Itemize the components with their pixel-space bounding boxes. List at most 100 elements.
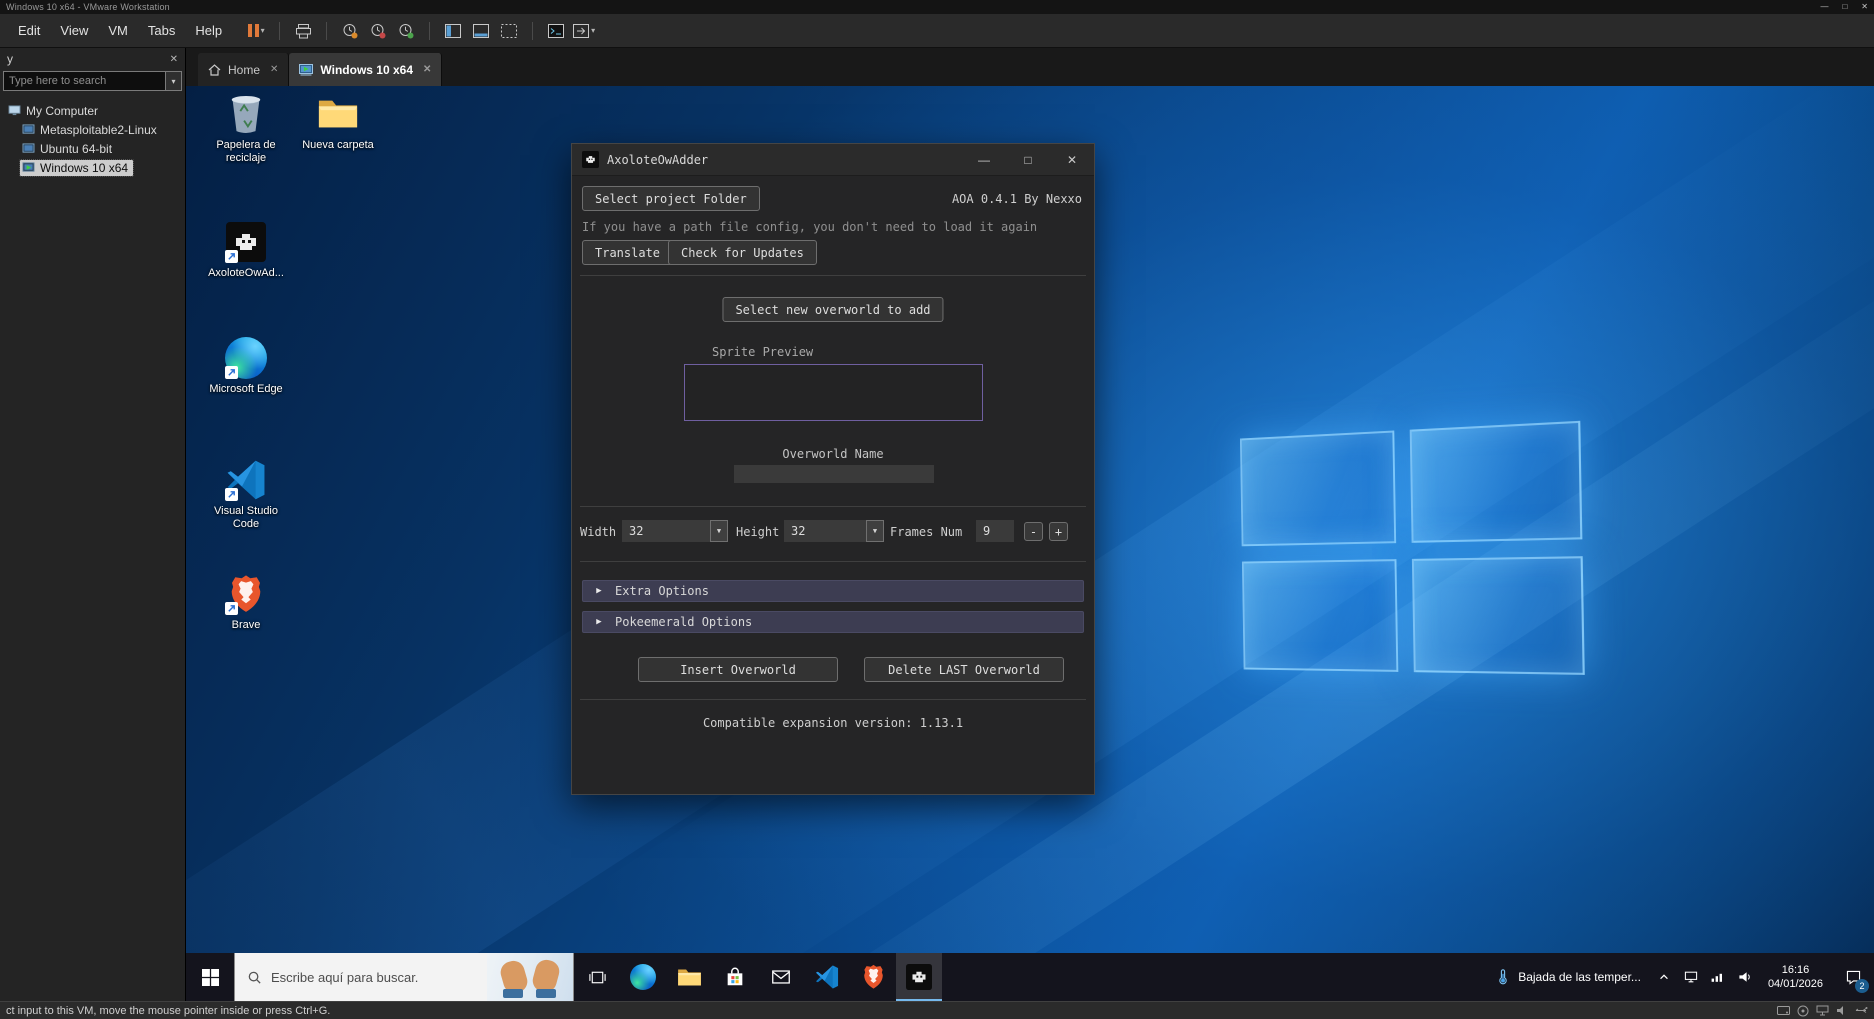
tree-item-metasploitable[interactable]: Metasploitable2-Linux [0,120,185,139]
tab-windows-10-x64[interactable]: Windows 10 x64 ✕ [289,53,442,86]
library-close-button[interactable]: ✕ [170,54,178,65]
app-version-label: AOA 0.4.1 By Nexxo [952,192,1082,206]
check-for-updates-button[interactable]: Check for Updates [668,240,817,265]
cdrom-status-icon[interactable] [1797,1005,1809,1017]
height-select[interactable]: 32 [784,520,866,542]
insert-overworld-button[interactable]: Insert Overworld [638,657,838,682]
width-dropdown-button[interactable]: ▼ [710,520,728,542]
tab-close-button[interactable]: ✕ [270,64,278,75]
revert-snapshot-button[interactable] [366,19,390,43]
taskbar-vscode-button[interactable] [804,953,850,1001]
shortcut-arrow-icon [225,366,238,379]
extra-options-expander[interactable]: ▶ Extra Options [582,580,1084,602]
taskbar-edge-button[interactable] [620,953,666,1001]
desktop-icon-new-folder[interactable]: Nueva carpeta [292,92,384,152]
taskbar-search-input[interactable] [262,970,487,985]
toggle-thumbnail-bar-button[interactable] [469,19,493,43]
delete-last-overworld-button[interactable]: Delete LAST Overworld [864,657,1064,682]
tab-close-button[interactable]: ✕ [423,64,431,75]
width-select[interactable]: 32 [622,520,710,542]
compatible-version-label: Compatible expansion version: 1.13.1 [572,716,1094,730]
tree-item-windows-10-x64[interactable]: Windows 10 x64 [0,158,185,177]
tree-item-my-computer[interactable]: My Computer [0,101,185,120]
start-button[interactable] [186,953,234,1001]
translate-button[interactable]: Translate [582,240,673,265]
select-project-folder-button[interactable]: Select project Folder [582,186,760,211]
search-box-daily-image[interactable] [487,953,573,1001]
vm-power-pause-button[interactable]: ▾ [244,19,268,43]
action-center-button[interactable]: 2 [1832,953,1874,1001]
app-title: AxoloteOwAdder [607,153,708,167]
app-maximize-button[interactable]: □ [1006,144,1050,175]
tab-label: Windows 10 x64 [320,63,413,77]
menu-view[interactable]: View [50,18,98,43]
hdd-status-icon[interactable] [1777,1005,1790,1016]
sound-status-icon[interactable] [1836,1005,1848,1016]
tree-item-ubuntu[interactable]: Ubuntu 64-bit [0,139,185,158]
task-view-button[interactable] [574,953,620,1001]
path-config-hint: If you have a path file config, you don'… [582,220,1037,234]
toggle-library-panel-button[interactable] [441,19,465,43]
vscode-icon [815,965,839,989]
manage-snapshots-button[interactable] [394,19,418,43]
desktop-icon-label: Papelera de reciclaje [200,139,292,165]
tray-volume-button[interactable] [1732,953,1759,1001]
network-status-icon[interactable] [1816,1005,1829,1016]
take-snapshot-button[interactable] [338,19,362,43]
window-maximize-button[interactable]: □ [1842,0,1847,14]
menu-help[interactable]: Help [185,18,232,43]
taskbar-explorer-button[interactable] [666,953,712,1001]
computer-icon [8,105,21,116]
taskbar-search-box[interactable] [234,953,574,1001]
window-minimize-button[interactable]: — [1820,0,1828,14]
vm-icon [22,143,35,154]
app-close-button[interactable]: ✕ [1050,144,1094,175]
app-titlebar[interactable]: AxoloteOwAdder — □ ✕ [572,144,1094,176]
expander-arrow-icon: ▶ [583,617,615,627]
frames-increment-button[interactable]: + [1049,522,1068,541]
taskbar-axolote-button[interactable] [896,953,942,1001]
desktop-icon-edge[interactable]: Microsoft Edge [200,336,292,396]
tray-display-button[interactable] [1678,953,1705,1001]
height-dropdown-button[interactable]: ▼ [866,520,884,542]
toolbar-divider [429,22,430,40]
tray-network-button[interactable] [1705,953,1732,1001]
overworld-name-input[interactable] [734,465,934,483]
desktop-icon-vscode[interactable]: Visual Studio Code [200,458,292,531]
weather-widget[interactable]: Bajada de las temper... [1485,969,1651,985]
folder-icon [316,92,360,136]
usb-status-icon[interactable] [1855,1005,1868,1016]
file-explorer-icon [677,967,702,988]
desktop-icon-axolote[interactable]: AxoloteOwAd... [200,220,292,280]
taskbar-clock[interactable]: 16:16 04/01/2026 [1759,963,1832,991]
menu-vm[interactable]: VM [98,18,138,43]
fullscreen-icon [573,24,589,38]
frames-decrement-button[interactable]: - [1024,522,1043,541]
select-new-overworld-button[interactable]: Select new overworld to add [722,297,943,322]
desktop-icon-recycle-bin[interactable]: Papelera de reciclaje [200,92,292,165]
notification-badge: 2 [1855,979,1869,993]
vmware-titlebar[interactable]: Windows 10 x64 - VMware Workstation — □ … [0,0,1874,14]
taskbar-mail-button[interactable] [758,953,804,1001]
show-hidden-icons-button[interactable] [1651,953,1678,1001]
network-icon [1710,969,1726,985]
menu-edit[interactable]: Edit [8,18,50,43]
fullscreen-button[interactable]: ▾ [572,19,596,43]
print-screen-button[interactable] [291,19,315,43]
desktop-icon-brave[interactable]: Brave [200,572,292,632]
taskbar-store-button[interactable] [712,953,758,1001]
tab-home[interactable]: Home ✕ [198,53,289,86]
window-close-button[interactable]: ✕ [1861,0,1868,14]
library-search-dropdown-button[interactable]: ▾ [165,71,182,91]
taskbar-brave-button[interactable] [850,953,896,1001]
app-minimize-button[interactable]: — [962,144,1006,175]
desktop-icon-label: Nueva carpeta [302,139,374,152]
library-search-input[interactable] [3,71,165,91]
menu-tabs[interactable]: Tabs [138,18,185,43]
clock-date: 04/01/2026 [1768,977,1823,991]
console-view-button[interactable] [544,19,568,43]
tree-item-label: Ubuntu 64-bit [40,142,112,156]
pokeemerald-options-expander[interactable]: ▶ Pokeemerald Options [582,611,1084,633]
frames-num-input[interactable] [976,520,1014,542]
unity-view-button[interactable] [497,19,521,43]
